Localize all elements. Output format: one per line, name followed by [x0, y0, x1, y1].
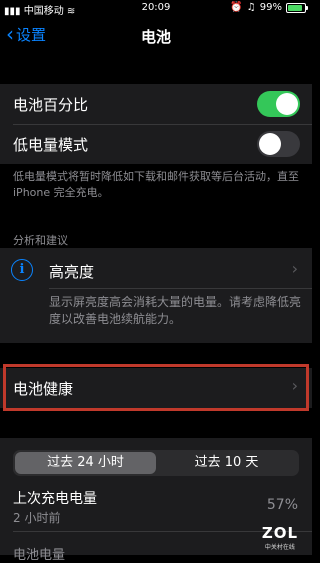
- zol-watermark: ZOL 中关村在线: [262, 524, 298, 551]
- info-icon: i: [11, 259, 33, 281]
- headphones-icon: ♫: [246, 2, 256, 13]
- watermark-sub: 中关村在线: [264, 544, 295, 551]
- alarm-icon: ⏰: [230, 2, 243, 13]
- status-bar: ▮▮▮ 中国移动 ≋ 20:09 ⏰ ♫ 99%: [0, 0, 312, 18]
- battery-percent: 99%: [259, 2, 282, 13]
- highlight-box: [3, 364, 309, 411]
- insight-item-note: 显示屏亮度高会消耗大量的电量。请考虑降低亮度以改善电池续航能力。: [49, 295, 302, 326]
- last-charge-value: 57%: [266, 497, 298, 513]
- time-range-segmented-control: 过去 24 小时 过去 10 天: [13, 450, 299, 476]
- low-power-label: 低电量模式: [13, 136, 89, 154]
- last-charge-label: 上次充电电量: [13, 491, 97, 507]
- insights-group: i 高亮度 › 显示屏亮度高会消耗大量的电量。请考虑降低亮度以改善电池续航能力。: [0, 248, 312, 343]
- battery-percentage-label: 电池百分比: [13, 96, 89, 114]
- watermark-brand: ZOL: [261, 524, 298, 542]
- tab-past-10-days[interactable]: 过去 10 天: [156, 452, 297, 474]
- low-power-note: 低电量模式将暂时降低如下载和邮件获取等后台活动，直至 iPhone 完全充电。: [13, 170, 299, 199]
- battery-level-label: 电池电量: [13, 548, 66, 563]
- low-power-row: 低电量模式: [0, 125, 312, 164]
- insight-item-label[interactable]: 高亮度: [49, 261, 94, 282]
- nav-bar: ‹ 设置 电池: [0, 18, 312, 54]
- status-right: ⏰ ♫ 99%: [230, 2, 308, 13]
- page-title: 电池: [140, 28, 171, 46]
- battery-icon: [286, 2, 308, 13]
- battery-percentage-row: 电池百分比: [0, 84, 312, 124]
- battery-percentage-toggle[interactable]: [257, 91, 300, 117]
- battery-toggles-group: 电池百分比 低电量模式: [0, 84, 312, 164]
- tab-past-24-hours[interactable]: 过去 24 小时: [15, 452, 156, 474]
- low-power-toggle[interactable]: [257, 131, 300, 157]
- chevron-right-icon: ›: [291, 259, 298, 278]
- last-charge-time: 2 小时前: [13, 511, 61, 525]
- divider: [49, 288, 312, 289]
- toggle-knob: [276, 93, 298, 115]
- toggle-knob: [259, 133, 281, 155]
- insights-header: 分析和建议: [13, 234, 68, 247]
